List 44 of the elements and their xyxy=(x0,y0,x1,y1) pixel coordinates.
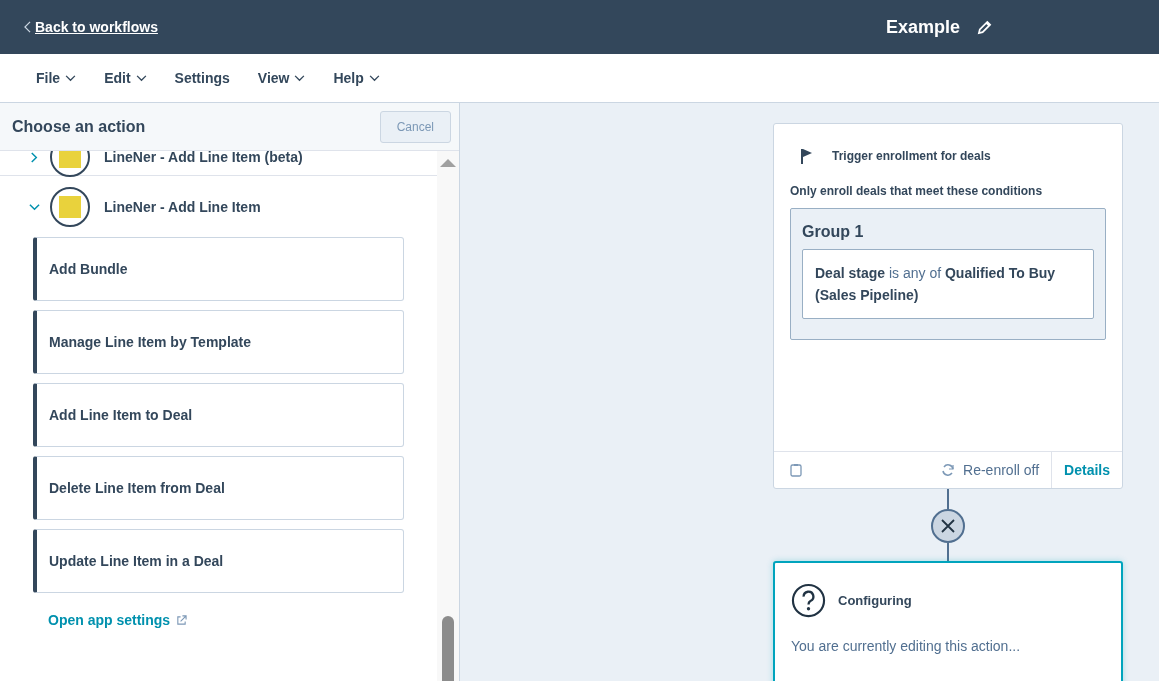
menu-item[interactable]: File xyxy=(24,64,89,92)
close-icon[interactable] xyxy=(931,509,965,543)
trigger-card[interactable]: Trigger enrollment for deals Only enroll deals that meet these conditions Group 1 Deal stage is any of Qualified To Buy (Sales Pipeline) Re-enroll off Details xyxy=(773,123,1123,489)
config-title: Configuring xyxy=(838,593,912,608)
filter-condition: Deal stage is any of Qualified To Buy (Sales Pipeline) xyxy=(802,249,1094,319)
caret-icon xyxy=(65,74,77,82)
caret-icon xyxy=(294,74,306,82)
app-avatar xyxy=(50,187,90,227)
action-option[interactable]: Add Line Item to Deal xyxy=(33,383,404,447)
app-row[interactable]: LineNer - Add Line Item xyxy=(0,176,437,238)
scrollbar-thumb[interactable] xyxy=(442,616,454,681)
action-option[interactable]: Add Bundle xyxy=(33,237,404,301)
open-app-settings-link[interactable]: Open app settings xyxy=(48,612,437,628)
scrollbar[interactable] xyxy=(437,151,459,681)
app-row[interactable]: LineNer - Add Line Item (beta) xyxy=(0,151,437,176)
clipboard-icon[interactable] xyxy=(790,463,802,477)
back-link[interactable]: Back to workflows xyxy=(24,19,158,35)
menu-item[interactable]: Edit xyxy=(92,64,159,92)
trigger-title: Trigger enrollment for deals xyxy=(832,149,991,163)
trigger-subtitle: Only enroll deals that meet these conditions xyxy=(790,184,1044,198)
chevron-left-icon xyxy=(24,21,31,33)
configuring-card[interactable]: Configuring You are currently editing this action... xyxy=(773,561,1123,681)
caret-icon xyxy=(368,74,380,82)
re-enroll-status: Re-enroll off xyxy=(941,462,1052,478)
external-link-icon xyxy=(176,614,188,626)
config-message: You are currently editing this action... xyxy=(791,638,1022,654)
menu-item[interactable]: Settings xyxy=(162,64,242,92)
scroll-up-arrow-icon[interactable] xyxy=(440,157,456,167)
action-option[interactable]: Delete Line Item from Deal xyxy=(33,456,404,520)
refresh-icon xyxy=(941,463,956,477)
workflow-title: Example xyxy=(885,16,960,38)
pencil-icon[interactable] xyxy=(976,19,992,35)
action-option[interactable]: Update Line Item in a Deal xyxy=(33,529,404,593)
group-title: Group 1 xyxy=(802,223,865,241)
panel-title: Choose an action xyxy=(12,117,146,136)
chevron-down-icon xyxy=(29,201,40,213)
chevron-right-icon xyxy=(29,151,40,163)
action-option[interactable]: Manage Line Item by Template xyxy=(33,310,404,374)
menu-item[interactable]: Help xyxy=(321,64,392,92)
question-icon xyxy=(791,583,826,618)
caret-icon xyxy=(135,74,147,82)
menu-item[interactable]: View xyxy=(245,64,318,92)
flag-icon xyxy=(800,148,814,164)
details-link[interactable]: Details xyxy=(1051,452,1122,488)
